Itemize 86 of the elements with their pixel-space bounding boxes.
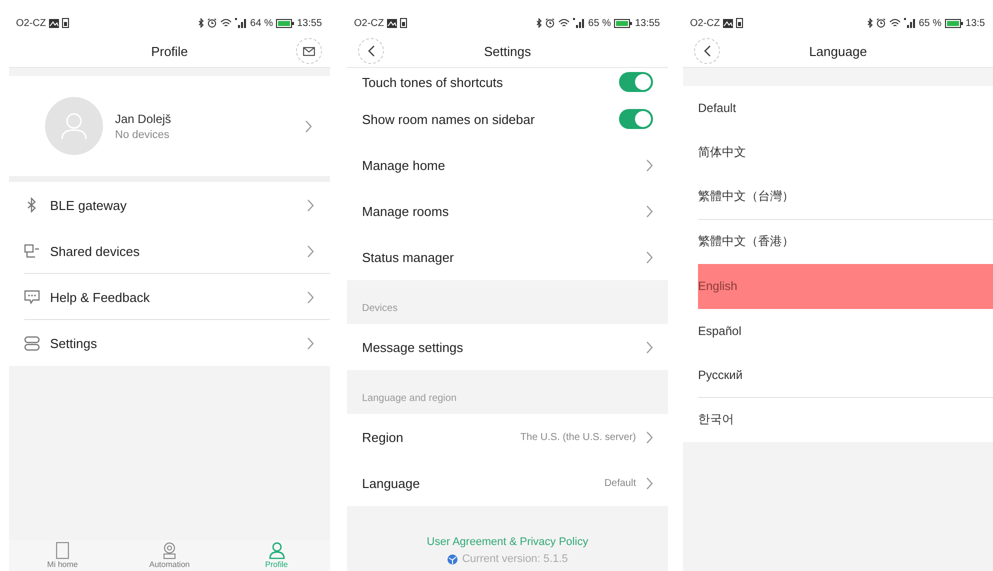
chevron-right-icon (646, 158, 653, 172)
device-count: No devices (115, 128, 170, 140)
avatar-icon (45, 97, 103, 155)
battery-icon (276, 18, 294, 28)
image-icon (387, 18, 397, 28)
sim-card-icon (62, 18, 69, 28)
alarm-icon (207, 18, 218, 28)
chevron-right-icon (307, 244, 314, 258)
language-option[interactable]: Español (698, 308, 993, 353)
image-icon (723, 18, 733, 28)
signal-icon (904, 18, 916, 28)
clock-time: 13:5 (966, 18, 985, 28)
battery-icon (944, 18, 963, 28)
screen-title: Language (809, 44, 867, 59)
carrier-name: O2-CZ (690, 18, 720, 28)
camera-icon (162, 542, 177, 559)
setting-label: Show room names on sidebar (362, 112, 536, 126)
menu-item[interactable]: Help & Feedback (9, 274, 330, 320)
screen-title: Settings (484, 44, 531, 59)
bluetooth-icon (198, 18, 204, 28)
chevron-right-icon (646, 250, 653, 264)
back-icon (704, 45, 710, 57)
language-option[interactable]: 한국어 (698, 398, 993, 442)
nav-tab[interactable]: Mi home (9, 540, 116, 571)
battery-percentage: 64 % (250, 18, 273, 28)
devices-icon (24, 243, 40, 259)
profile-card[interactable]: Jan Dolejš No devices (9, 76, 330, 176)
chevron-right-icon (646, 476, 653, 490)
battery-percentage: 65 % (918, 18, 942, 28)
wifi-icon (220, 18, 232, 28)
language-option[interactable]: Русский (698, 353, 993, 398)
list-row[interactable]: Status manager (347, 234, 668, 280)
alarm-icon (545, 18, 556, 28)
list-row[interactable]: Region The U.S. (the U.S. server) (347, 414, 668, 460)
section-header: Devices (362, 303, 398, 314)
battery-percentage: 65 % (588, 18, 611, 28)
bluetooth-icon (866, 18, 873, 28)
list-row[interactable]: Manage home (347, 142, 668, 188)
signal-icon (573, 18, 586, 28)
carrier-name: O2-CZ (354, 18, 384, 28)
chevron-right-icon (307, 336, 314, 350)
setting-value: The U.S. (the U.S. server) (520, 432, 636, 442)
setting-value: Default (604, 478, 636, 488)
wifi-icon (888, 18, 901, 28)
menu-item[interactable]: BLE gateway (9, 182, 330, 228)
toggle-switch[interactable] (619, 109, 653, 129)
chevron-right-icon (307, 198, 314, 212)
version-text: Current version: 5.1.5 (462, 553, 568, 565)
clock-time: 13:55 (296, 18, 322, 28)
list-row[interactable]: Language Default (347, 460, 668, 506)
chevron-right-icon (646, 204, 653, 218)
chevron-right-icon (305, 120, 312, 132)
signal-icon (235, 18, 248, 28)
wifi-icon (558, 18, 570, 28)
clock-time: 13:55 (634, 18, 660, 28)
list-row[interactable]: Manage rooms (347, 188, 668, 234)
chevron-right-icon (646, 430, 653, 444)
language-option[interactable]: Default (698, 86, 993, 130)
bluetooth-icon (536, 18, 542, 28)
setting-label: Touch tones of shortcuts (362, 74, 504, 90)
chat-icon (24, 290, 40, 304)
alarm-icon (876, 18, 886, 28)
language-option[interactable]: 繁體中文（台灣） (698, 175, 993, 220)
screen-title: Profile (151, 44, 188, 59)
battery-icon (614, 18, 632, 28)
section-header: Language and region (362, 393, 457, 404)
person-icon (268, 542, 284, 559)
back-icon (368, 45, 374, 57)
switches-icon (24, 336, 40, 350)
tablet-icon (56, 542, 69, 559)
chevron-right-icon (307, 290, 314, 304)
language-option[interactable]: 简体中文 (698, 130, 993, 175)
language-option[interactable]: 繁體中文（香港） (698, 220, 993, 264)
sim-card-icon (736, 18, 743, 28)
app-logo-icon (447, 554, 458, 564)
mail-icon (303, 46, 315, 56)
user-name: Jan Dolejš (115, 112, 172, 126)
list-row[interactable]: Message settings (347, 324, 668, 370)
carrier-name: O2-CZ (16, 18, 46, 28)
sim-card-icon (400, 18, 407, 28)
toggle-switch[interactable] (619, 72, 653, 92)
menu-item[interactable]: Settings (9, 320, 330, 366)
chevron-right-icon (646, 340, 653, 354)
menu-item[interactable]: Shared devices (9, 228, 330, 274)
nav-tab[interactable]: Automation (116, 540, 223, 571)
image-icon (49, 18, 59, 28)
